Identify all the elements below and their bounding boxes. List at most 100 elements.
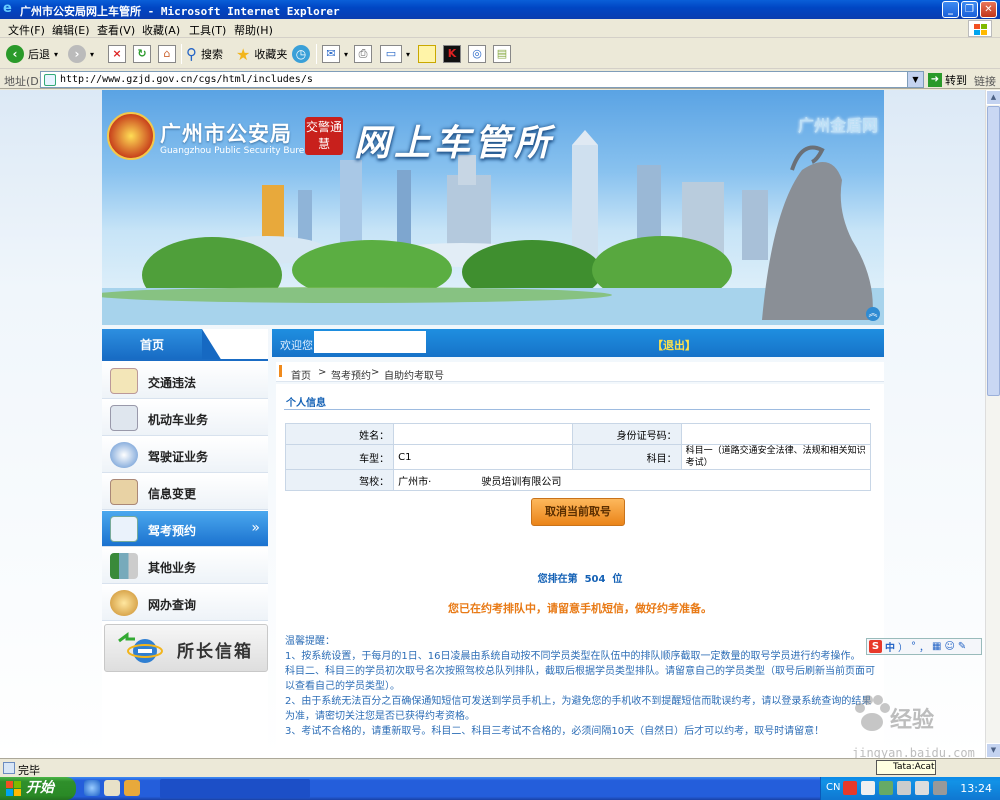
language-indicator[interactable]: CN <box>826 782 840 793</box>
links-button[interactable]: 链接 <box>974 73 996 89</box>
network-tray-icon[interactable] <box>879 781 893 795</box>
desktop-quicklaunch-icon[interactable] <box>104 780 120 796</box>
edit-button[interactable]: ▭ ▾ <box>380 43 410 65</box>
print-button[interactable]: ⎙ <box>354 43 372 65</box>
menu-help[interactable]: 帮助(H) <box>234 22 273 38</box>
menu-view[interactable]: 查看(V) <box>97 22 135 38</box>
favorites-button[interactable]: ★ 收藏夹 <box>236 43 287 65</box>
ime-dot-icon[interactable]: ° <box>911 641 916 652</box>
kaspersky-button[interactable]: K <box>443 43 461 65</box>
bureau-name: 广州市公安局 <box>160 122 292 146</box>
scroll-down-icon[interactable]: ▼ <box>986 743 1000 758</box>
help-tray-icon[interactable] <box>861 781 875 795</box>
research-button[interactable]: ▤ <box>493 43 511 65</box>
refresh-button[interactable]: ↻ <box>133 43 151 65</box>
mail-button[interactable]: ✉ ▾ <box>322 43 348 65</box>
go-button[interactable]: ➜ 转到 <box>928 72 967 88</box>
window-title-bar[interactable]: e 广州市公安局网上车管所 - Microsoft Internet Explo… <box>0 0 1000 19</box>
note-icon <box>418 45 436 63</box>
shield-tray-icon[interactable] <box>897 781 911 795</box>
site-banner: 广州市公安局 Guangzhou Public Security Bureau … <box>102 90 884 325</box>
wrench-icon[interactable]: ✎ <box>958 641 966 652</box>
menu-tools[interactable]: 工具(T) <box>189 22 226 38</box>
cancel-number-button[interactable]: 取消当前取号 <box>531 498 625 526</box>
messenger-button[interactable]: ◎ <box>468 43 486 65</box>
menu-file[interactable]: 文件(F) <box>8 22 45 38</box>
system-tray: CN 13:24 <box>820 777 1000 800</box>
explorer-quicklaunch-icon[interactable] <box>124 780 140 796</box>
nav-item-label: 信息变更 <box>148 487 197 501</box>
history-button[interactable]: ◷ <box>292 43 310 65</box>
minimize-button[interactable]: _ <box>942 1 959 18</box>
back-button[interactable]: ‹ 后退 ▾ <box>6 43 58 65</box>
sogou-s-icon: S <box>869 640 882 653</box>
notepad-icon <box>110 368 138 394</box>
ie-quicklaunch-icon[interactable] <box>84 780 100 796</box>
ime-punct-icon[interactable]: ， <box>919 639 929 654</box>
forward-arrow-icon: › <box>68 45 86 63</box>
scroll-up-icon[interactable]: ▲ <box>986 90 1000 105</box>
nav-item-vehicle[interactable]: 机动车业务 <box>102 400 268 436</box>
vertical-scrollbar[interactable]: ▲ ▼ <box>985 90 1000 758</box>
nav-home[interactable]: 首页 <box>102 329 268 361</box>
ime-moon-icon[interactable]: ） <box>898 639 908 654</box>
search-button[interactable]: ⚲ 搜索 <box>186 43 223 65</box>
nav-item-label: 驾考预约 <box>148 524 197 538</box>
nav-item-exam-booking[interactable]: 驾考预约 » <box>102 511 268 547</box>
keyboard-icon[interactable]: ▦ <box>932 641 941 652</box>
nav-item-info-change[interactable]: 信息变更 <box>102 474 268 510</box>
queue-prefix: 您排在第 <box>537 574 578 585</box>
nav-item-label: 网办查询 <box>148 598 197 612</box>
page-icon <box>44 74 56 86</box>
nav-item-label: 驾驶证业务 <box>148 450 209 464</box>
user-icon[interactable]: ☺ <box>944 641 954 652</box>
clock[interactable]: 13:24 <box>960 782 992 795</box>
director-mailbox-button[interactable]: 所长信箱 <box>104 624 268 672</box>
traffic-seal: 交警通慧 <box>305 117 343 155</box>
tip-item: 3、考试不合格的，请重新取号。科目二、科目三考试不合格的，必须间隔10天（自然日… <box>285 726 825 737</box>
ime-chinese-mode[interactable]: 中 <box>885 639 895 654</box>
safely-remove-tray-icon[interactable] <box>933 781 947 795</box>
ie-logo-icon: e <box>3 1 12 16</box>
logout-link[interactable]: 【退出】 <box>652 337 696 353</box>
windows-logo-icon <box>968 20 992 37</box>
nav-item-license[interactable]: 驾驶证业务 <box>102 437 268 473</box>
note-button[interactable] <box>418 43 436 65</box>
menu-edit[interactable]: 编辑(E) <box>52 22 90 38</box>
nav-item-online-query[interactable]: 网办查询 <box>102 585 268 621</box>
taskbar-ie-window[interactable] <box>160 779 310 798</box>
tip-item: 科目二、科目三的学员初次取号名次按照驾校总队列排队，截取后根据学员类型排队。请留… <box>285 666 875 692</box>
ime-toolbar[interactable]: S 中 ） ° ， ▦ ☺ ✎ <box>866 638 982 655</box>
address-input[interactable]: http://www.gzjd.gov.cn/cgs/html/includes… <box>40 71 924 88</box>
main-panel: 个人信息 姓名： 身份证号码： 车型： C1 科目： 科目一（道路交通安全法律、… <box>276 384 884 758</box>
nav-item-other[interactable]: 其他业务 <box>102 548 268 584</box>
bureau-name-en: Guangzhou Public Security Bureau <box>160 146 316 156</box>
breadcrumb-exam-booking[interactable]: 驾考预约 <box>331 367 371 382</box>
breadcrumb-home[interactable]: 首页 <box>291 367 311 382</box>
status-bar: 完毕 <box>0 758 1000 777</box>
tips-heading: 温馨提醒： <box>285 636 335 647</box>
scroll-thumb[interactable] <box>987 106 1000 396</box>
user-bar: 欢迎您， 【退出】 <box>272 329 884 357</box>
stop-button[interactable]: × <box>108 43 126 65</box>
collapse-up-icon[interactable]: ︽ <box>866 307 880 321</box>
chevron-down-icon: ▾ <box>90 49 95 59</box>
volume-tray-icon[interactable] <box>915 781 929 795</box>
menu-favorites[interactable]: 收藏(A) <box>142 22 180 38</box>
portal-name[interactable]: 广州金盾网 <box>798 112 878 136</box>
page-viewport: 广州市公安局 Guangzhou Public Security Bureau … <box>0 90 985 758</box>
windows-flag-icon <box>6 781 21 796</box>
back-arrow-icon: ‹ <box>6 45 24 63</box>
close-button[interactable]: ✕ <box>980 1 997 18</box>
home-button[interactable]: ⌂ <box>158 43 176 65</box>
address-dropdown-icon[interactable]: ▼ <box>907 72 923 87</box>
ie-e-icon <box>118 632 163 663</box>
forward-button[interactable]: › ▾ <box>68 43 94 65</box>
nav-item-traffic-violation[interactable]: 交通违法 <box>102 363 268 399</box>
subject-value: 科目一（道路交通安全法律、法规和相关知识考试） <box>680 444 872 470</box>
sogou-tray-icon[interactable] <box>843 781 857 795</box>
maximize-button[interactable]: ❐ <box>961 1 978 18</box>
nav-item-label: 其他业务 <box>148 561 197 575</box>
double-chevron-right-icon: » <box>251 520 260 536</box>
start-button[interactable]: 开始 <box>0 777 76 800</box>
